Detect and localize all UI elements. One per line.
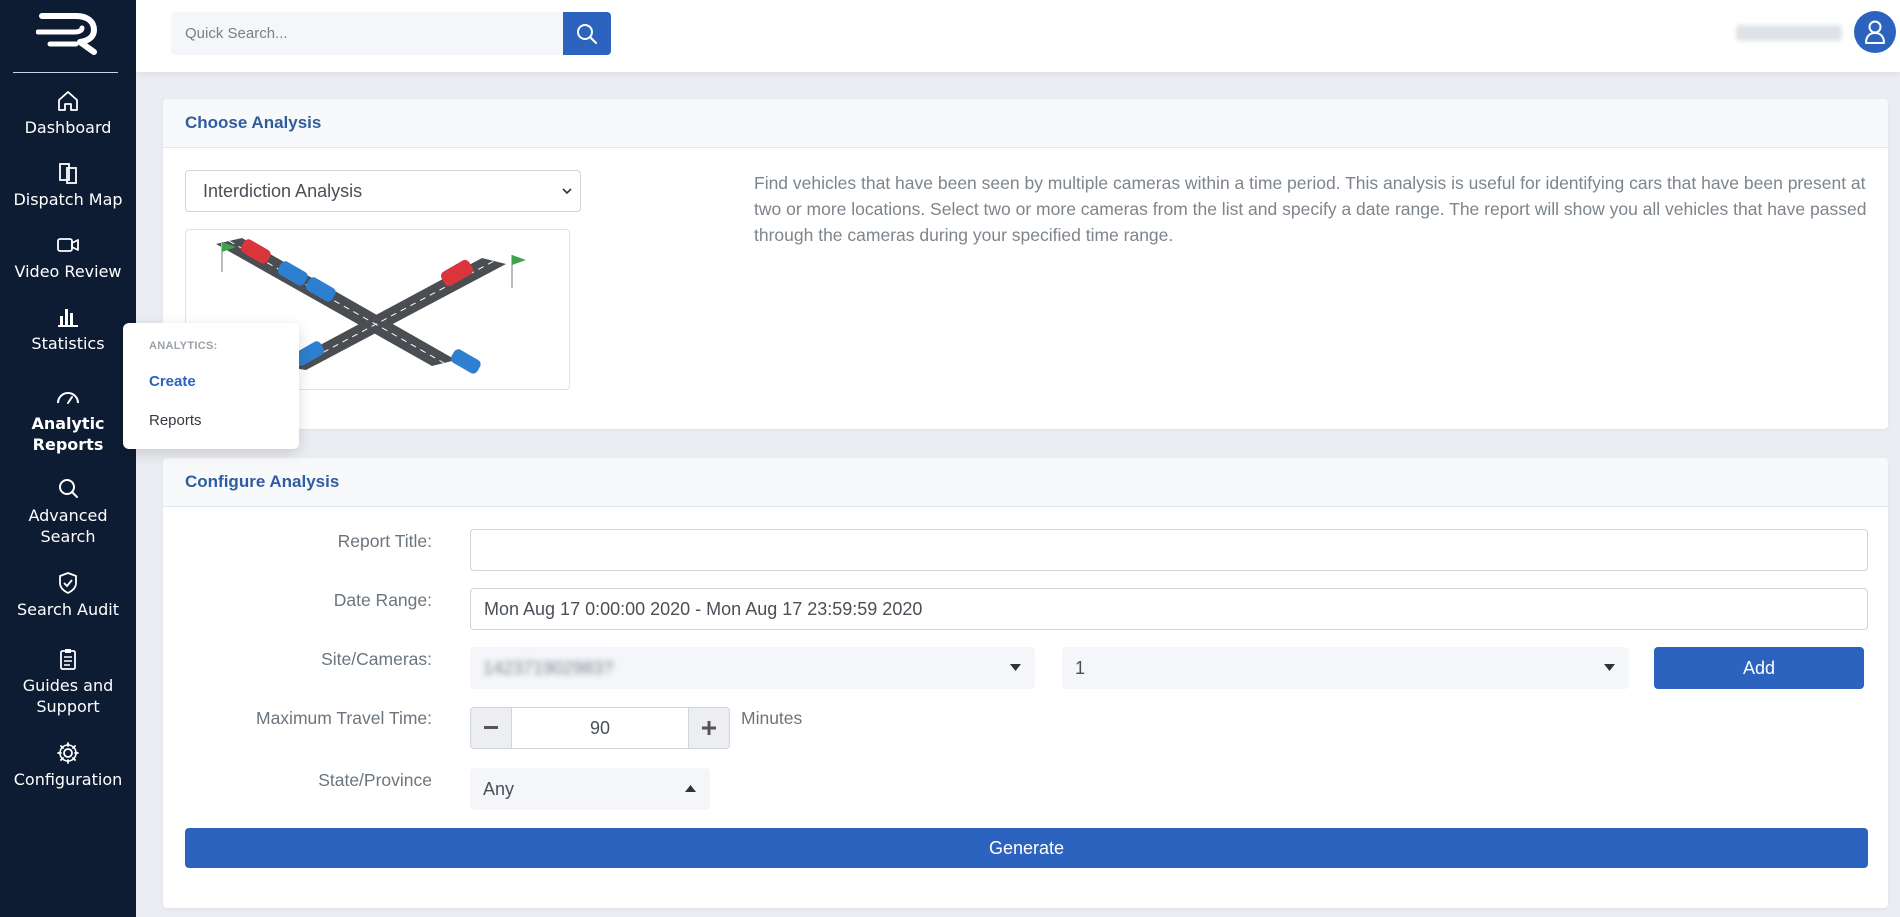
- state-province-select[interactable]: Any: [470, 768, 710, 810]
- sidebar-item-search-audit[interactable]: Search Audit: [0, 570, 136, 620]
- sidebar-item-label: Statistics: [31, 334, 105, 353]
- search-icon: [577, 23, 598, 44]
- sidebar-item-analytic-reports[interactable]: Analytic Reports: [0, 384, 136, 455]
- sidebar-item-video-review[interactable]: Video Review: [0, 232, 136, 282]
- flyout-item-reports[interactable]: Reports: [149, 412, 202, 429]
- decrement-button[interactable]: [470, 707, 512, 749]
- flyout-title: ANALYTICS:: [149, 340, 218, 352]
- analysis-type-value: Interdiction Analysis: [203, 180, 363, 201]
- choose-analysis-header: Choose Analysis: [163, 99, 1888, 148]
- bar-chart-icon: [55, 304, 81, 330]
- search-icon: [55, 476, 81, 502]
- max-travel-time-label: Maximum Travel Time:: [256, 708, 432, 728]
- user-email: [1736, 25, 1842, 41]
- sidebar: Dashboard Dispatch Map Video Review Statist…: [0, 0, 136, 917]
- sidebar-item-label: Guides and: [22, 676, 114, 695]
- sidebar-item-statistics[interactable]: Statistics: [0, 304, 136, 354]
- sidebar-item-label: Analytic: [31, 414, 105, 433]
- camera-select[interactable]: 1: [1062, 647, 1629, 689]
- analytics-flyout-menu: ANALYTICS: Create Reports: [123, 323, 299, 449]
- site-select-value: 142371902983?: [483, 657, 614, 678]
- home-icon: [55, 88, 81, 114]
- add-camera-button[interactable]: Add: [1654, 647, 1864, 689]
- chevron-down-icon: [562, 188, 572, 195]
- sidebar-item-label: Advanced: [28, 506, 108, 525]
- site-cameras-label: Site/Cameras:: [321, 649, 432, 669]
- quick-search-input[interactable]: [171, 12, 563, 55]
- logo-divider: [13, 72, 118, 73]
- date-range-input[interactable]: [470, 588, 1868, 630]
- gauge-icon: [55, 384, 81, 410]
- sidebar-item-dispatch-map[interactable]: Dispatch Map: [0, 160, 136, 210]
- user-icon: [1865, 20, 1885, 44]
- sidebar-item-guides-and-support[interactable]: Guides and Support: [0, 646, 136, 717]
- max-travel-time-input[interactable]: [512, 707, 688, 749]
- analysis-type-select[interactable]: Interdiction Analysis: [185, 170, 581, 212]
- report-title-input[interactable]: [470, 529, 1868, 571]
- analysis-description: Find vehicles that have been seen by mul…: [754, 173, 1867, 245]
- report-title-label: Report Title:: [337, 531, 432, 551]
- logo: [36, 13, 97, 55]
- sidebar-item-configuration[interactable]: Configuration: [0, 740, 136, 790]
- minus-icon: [484, 726, 498, 729]
- sidebar-item-label: Dispatch Map: [13, 190, 123, 209]
- state-province-label: State/Province: [318, 770, 432, 790]
- caret-down-icon: [1604, 664, 1615, 671]
- gear-icon: [55, 740, 81, 766]
- state-province-value: Any: [483, 778, 515, 799]
- user-avatar-button[interactable]: [1854, 11, 1896, 53]
- plus-icon: [702, 721, 716, 735]
- map-icon: [55, 160, 81, 186]
- quick-search-button[interactable]: [563, 12, 611, 55]
- clipboard-icon: [55, 646, 81, 672]
- generate-button[interactable]: Generate: [185, 828, 1868, 868]
- increment-button[interactable]: [688, 707, 730, 749]
- sidebar-item-dashboard[interactable]: Dashboard: [0, 88, 136, 138]
- flyout-item-create[interactable]: Create: [149, 373, 196, 390]
- camera-select-value: 1: [1075, 657, 1086, 678]
- sidebar-item-label: Support: [36, 697, 100, 716]
- configure-analysis-header: Configure Analysis: [163, 458, 1888, 507]
- max-travel-unit: Minutes: [741, 708, 803, 728]
- sidebar-item-advanced-search[interactable]: Advanced Search: [0, 476, 136, 547]
- shield-check-icon: [55, 570, 81, 596]
- date-range-label: Date Range:: [333, 590, 432, 610]
- caret-down-icon: [1010, 664, 1021, 671]
- topbar: [136, 0, 1900, 72]
- video-camera-icon: [55, 232, 81, 258]
- sidebar-item-label: Dashboard: [24, 118, 112, 137]
- configure-analysis-card: Configure Analysis Report Title: Date Ra…: [163, 458, 1888, 908]
- sidebar-item-label: Search Audit: [16, 600, 119, 619]
- sidebar-item-label: Reports: [32, 435, 104, 454]
- sidebar-item-label: Search: [40, 527, 96, 546]
- choose-analysis-card: Choose Analysis Interdiction Analysis Fi…: [163, 99, 1888, 429]
- site-select[interactable]: 142371902983?: [470, 647, 1035, 689]
- sidebar-item-label: Configuration: [13, 770, 123, 789]
- sidebar-item-label: Video Review: [14, 262, 122, 281]
- caret-up-icon: [685, 785, 696, 792]
